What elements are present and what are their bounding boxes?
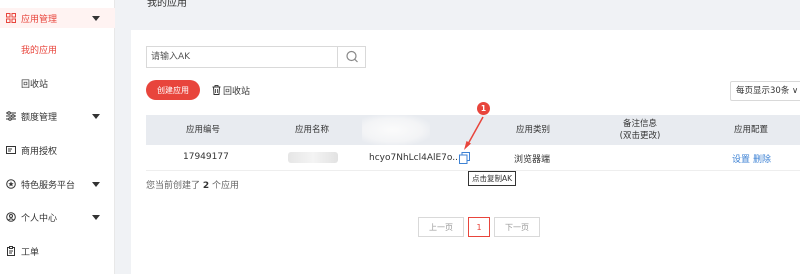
recycle-bin-button[interactable]: 回收站 <box>212 83 250 97</box>
sidebar-group-quota-management[interactable]: 额度管理 <box>0 106 115 126</box>
copy-icon[interactable] <box>459 152 470 164</box>
cell-app-category: 浏览器端 <box>514 155 551 165</box>
sidebar-group-featured-services[interactable]: 特色服务平台 <box>0 174 115 194</box>
recycle-bin-label: 回收站 <box>223 86 251 97</box>
next-page-button[interactable]: 下一页 <box>494 217 540 237</box>
user-icon <box>6 212 16 222</box>
chevron-down-icon <box>92 114 100 119</box>
card-icon <box>6 146 16 154</box>
sidebar-group-app-management[interactable]: 应用管理 <box>0 8 115 28</box>
search-box <box>146 46 366 68</box>
page-size-select[interactable]: 每页显示30条 ∨ <box>730 81 800 101</box>
summary-suffix: 个应用 <box>212 181 240 191</box>
sidebar-group-label: 额度管理 <box>21 113 58 123</box>
star-badge-icon <box>6 179 16 189</box>
sidebar-item-recycle-bin[interactable]: 回收站 <box>21 77 48 90</box>
chevron-down-icon: ∨ <box>792 86 799 96</box>
clipboard-icon <box>7 246 15 256</box>
chevron-down-icon <box>92 16 100 21</box>
pagination: 上一页 1 下一页 <box>418 217 540 237</box>
sidebar-group-label: 商用授权 <box>21 147 58 157</box>
search-input[interactable] <box>147 47 337 67</box>
app-count-summary: 您当前创建了 2 个应用 <box>146 178 239 191</box>
page-title: 我的应用 <box>147 0 187 9</box>
trash-icon <box>212 85 221 95</box>
search-icon <box>346 50 358 63</box>
sidebar-item-my-apps[interactable]: 我的应用 <box>21 43 57 56</box>
create-app-button[interactable]: 创建应用 <box>146 80 200 100</box>
col-header-app-id: 应用编号 <box>185 125 220 135</box>
sidebar-group-tickets[interactable]: 工单 <box>0 241 115 261</box>
col-header-app-config: 应用配置 <box>733 125 768 135</box>
search-button[interactable] <box>337 47 366 67</box>
sidebar-group-label: 应用管理 <box>21 15 58 25</box>
delete-link[interactable]: 删除 <box>753 152 771 165</box>
table-row <box>146 145 800 171</box>
sliders-icon <box>6 111 16 121</box>
page-size-label: 每页显示30条 <box>736 86 790 96</box>
sidebar: 应用管理 我的应用 回收站 额度管理 商用授权 特色服务平台 个人中心 工单 <box>0 0 115 274</box>
summary-count: 2 <box>202 181 210 191</box>
cell-app-id: 17949177 <box>183 152 229 162</box>
sidebar-group-commercial-license[interactable]: 商用授权 <box>0 140 115 160</box>
col-header-remark: 备注信息 <box>622 119 657 129</box>
redacted-area <box>362 115 430 145</box>
settings-link[interactable]: 设置 <box>732 152 750 165</box>
cell-app-name-redacted <box>288 152 338 163</box>
table-header <box>146 115 800 145</box>
sidebar-group-label: 个人中心 <box>21 214 58 224</box>
col-header-app-category: 应用类别 <box>515 125 550 135</box>
col-header-remark-hint: (双击更改) <box>619 131 661 141</box>
chevron-down-icon <box>92 182 100 187</box>
sidebar-group-personal-center[interactable]: 个人中心 <box>0 207 115 227</box>
prev-page-button[interactable]: 上一页 <box>418 217 464 237</box>
summary-prefix: 您当前创建了 <box>146 181 201 191</box>
grid-apps-icon <box>6 13 16 23</box>
chevron-down-icon <box>92 215 100 220</box>
page-number-current[interactable]: 1 <box>468 217 490 237</box>
copy-tooltip: 点击复制AK <box>468 171 517 186</box>
sidebar-group-label: 工单 <box>21 248 40 258</box>
annotation-badge: 1 <box>477 102 490 115</box>
sidebar-group-label: 特色服务平台 <box>21 181 76 191</box>
col-header-app-name: 应用名称 <box>294 125 329 135</box>
cell-ak: hcyo7NhLcl4AlE7o... <box>369 153 461 163</box>
